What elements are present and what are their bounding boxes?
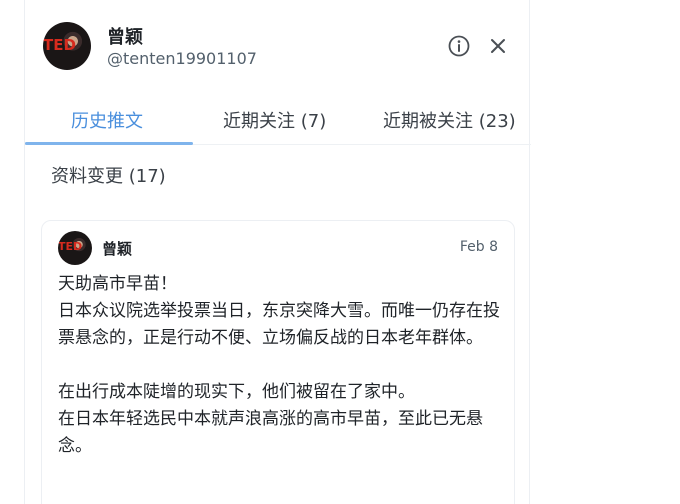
close-button[interactable] <box>485 33 511 59</box>
close-icon <box>491 39 505 53</box>
active-tab-indicator <box>25 142 193 145</box>
info-button[interactable] <box>446 33 472 59</box>
tab-history-posts[interactable]: 历史推文 <box>71 107 143 133</box>
profile-handle: @tenten19901107 <box>107 49 257 68</box>
tweet-author-name: 曾颖 <box>102 240 133 258</box>
profile-name: 曾颖 <box>107 27 143 48</box>
tab-recent-followers[interactable]: 近期被关注 (23) <box>383 107 516 133</box>
tweet-line: 日本众议院选举投票当日，东京突降大雪。而唯一仍存在投票悬念的，正是行动不便、立场… <box>58 301 500 348</box>
avatar-logo-text: TED <box>43 36 76 54</box>
user-detail-panel: TED 曾颖 @tenten19901107 历史推文 近期关注 (7) 近期被… <box>24 0 531 504</box>
tweet-line: 在出行成本陡增的现实下，他们被留在了家中。 <box>58 382 415 402</box>
tab-profile-changes[interactable]: 资料变更 (17) <box>51 162 166 188</box>
tweet-text: 天助高市早苗！ 日本众议院选举投票当日，东京突降大雪。而唯一仍存在投票悬念的，正… <box>58 271 506 460</box>
tweet-author-avatar[interactable]: TED <box>58 231 92 265</box>
tweet-card[interactable]: TED 曾颖 Feb 8 天助高市早苗！ 日本众议院选举投票当日，东京突降大雪。… <box>41 220 515 504</box>
avatar[interactable]: TED <box>43 22 91 70</box>
tweet-date: Feb 8 <box>459 239 498 255</box>
tweet-line: 天助高市早苗！ <box>58 274 177 294</box>
profile-header: TED 曾颖 @tenten19901107 <box>25 0 531 90</box>
page: TED 曾颖 @tenten19901107 历史推文 近期关注 (7) 近期被… <box>0 0 680 504</box>
tweet-line: 在日本年轻选民中本就声浪高涨的高市早苗，至此已无悬念。 <box>58 409 483 456</box>
avatar-logo-text: TED <box>58 240 83 253</box>
info-circle-icon <box>448 35 470 57</box>
tab-recent-following[interactable]: 近期关注 (7) <box>223 107 326 133</box>
